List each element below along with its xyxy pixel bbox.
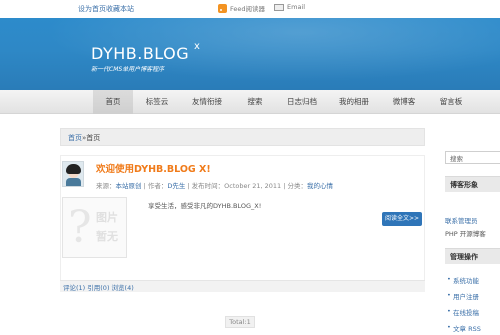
- main-nav: 首页 标签云 友情衔接 搜索 日志归档 我的相册 微博客 留言板: [0, 90, 500, 114]
- meta-author-label: | 作者：: [141, 182, 168, 190]
- nav-item-album[interactable]: 我的相册: [331, 90, 377, 114]
- sidebar-admin-rss[interactable]: 文章 RSS: [453, 323, 481, 333]
- sidebar-admin-register[interactable]: 用户注册: [453, 291, 479, 301]
- breadcrumb-current: 首页: [86, 134, 101, 142]
- rss-icon: [218, 3, 227, 13]
- nav-item-links[interactable]: 友情衔接: [183, 90, 231, 114]
- thumb-placeholder-text-2: 暂无: [96, 230, 118, 243]
- meta-source-link[interactable]: 本站原创: [116, 182, 142, 190]
- nav-item-guestbook[interactable]: 留言板: [431, 90, 471, 114]
- sidebar-search-input[interactable]: [445, 151, 500, 164]
- bullet-icon: •: [447, 307, 451, 315]
- author-avatar[interactable]: [62, 161, 84, 187]
- nav-item-archive[interactable]: 日志归档: [279, 90, 325, 114]
- logo-x-mark: x: [194, 41, 200, 52]
- sidebar-admin-system[interactable]: 系统功能: [453, 275, 479, 285]
- feed-label: Feed阅读器: [230, 5, 266, 13]
- nav-item-home[interactable]: 首页: [93, 90, 133, 114]
- bullet-icon: •: [447, 291, 451, 299]
- thumb-placeholder-text-1: 图片: [96, 211, 118, 224]
- nav-item-microblog[interactable]: 微博客: [384, 90, 424, 114]
- post-meta: 来源：本站原创 | 作者：D先生 | 发布时间：October 21, 2011…: [96, 180, 333, 190]
- read-more-button[interactable]: 阅读全文>>: [382, 212, 422, 226]
- post-stats-link[interactable]: 评论(1) 引用(0) 浏览(4): [63, 282, 134, 292]
- avatar-body: [66, 178, 81, 186]
- sidebar-section-admin-title: 管理操作: [450, 253, 478, 261]
- site-tagline: 新一代CMS单用户博客程序: [91, 66, 165, 73]
- feed-link[interactable]: Feed阅读器: [218, 3, 265, 13]
- mail-icon: [274, 3, 284, 11]
- bookmark-link[interactable]: 设为首页收藏本站: [78, 4, 134, 14]
- sidebar-link-contact[interactable]: 联系管理员: [445, 215, 478, 225]
- sidebar-section-profile-title: 博客形象: [450, 181, 478, 189]
- site-logo[interactable]: DYHB.BLOG: [91, 44, 189, 63]
- email-label: Email: [287, 3, 306, 11]
- sidebar-link-php-blog[interactable]: PHP 开源博客: [445, 228, 486, 238]
- nav-item-search[interactable]: 搜索: [235, 90, 275, 114]
- post-title[interactable]: 欢迎使用DYHB.BLOG X!: [96, 161, 211, 175]
- image-placeholder-icon: ?: [68, 202, 92, 253]
- pagination-total: Total:1: [225, 316, 255, 328]
- meta-author-link[interactable]: D先生: [167, 182, 185, 190]
- meta-source-label: 来源：: [96, 182, 116, 190]
- avatar-hair: [66, 164, 81, 174]
- nav-item-tags[interactable]: 标签云: [137, 90, 177, 114]
- meta-date: | 发布时间：October 21, 2011 | 分类：: [185, 182, 308, 190]
- bullet-icon: •: [447, 323, 451, 331]
- email-link[interactable]: Email: [274, 3, 305, 11]
- bullet-icon: •: [447, 275, 451, 283]
- meta-category-link[interactable]: 我的心情: [307, 182, 333, 190]
- breadcrumb: 首页»首页: [68, 133, 100, 143]
- breadcrumb-home[interactable]: 首页: [68, 134, 82, 142]
- breadcrumb-bar: [60, 128, 425, 146]
- header-highlight: [0, 18, 500, 90]
- sidebar-admin-submit[interactable]: 在线投稿: [453, 307, 479, 317]
- post-excerpt: 享受生活，感受非凡的DYHB.BLOG_X!: [148, 202, 262, 210]
